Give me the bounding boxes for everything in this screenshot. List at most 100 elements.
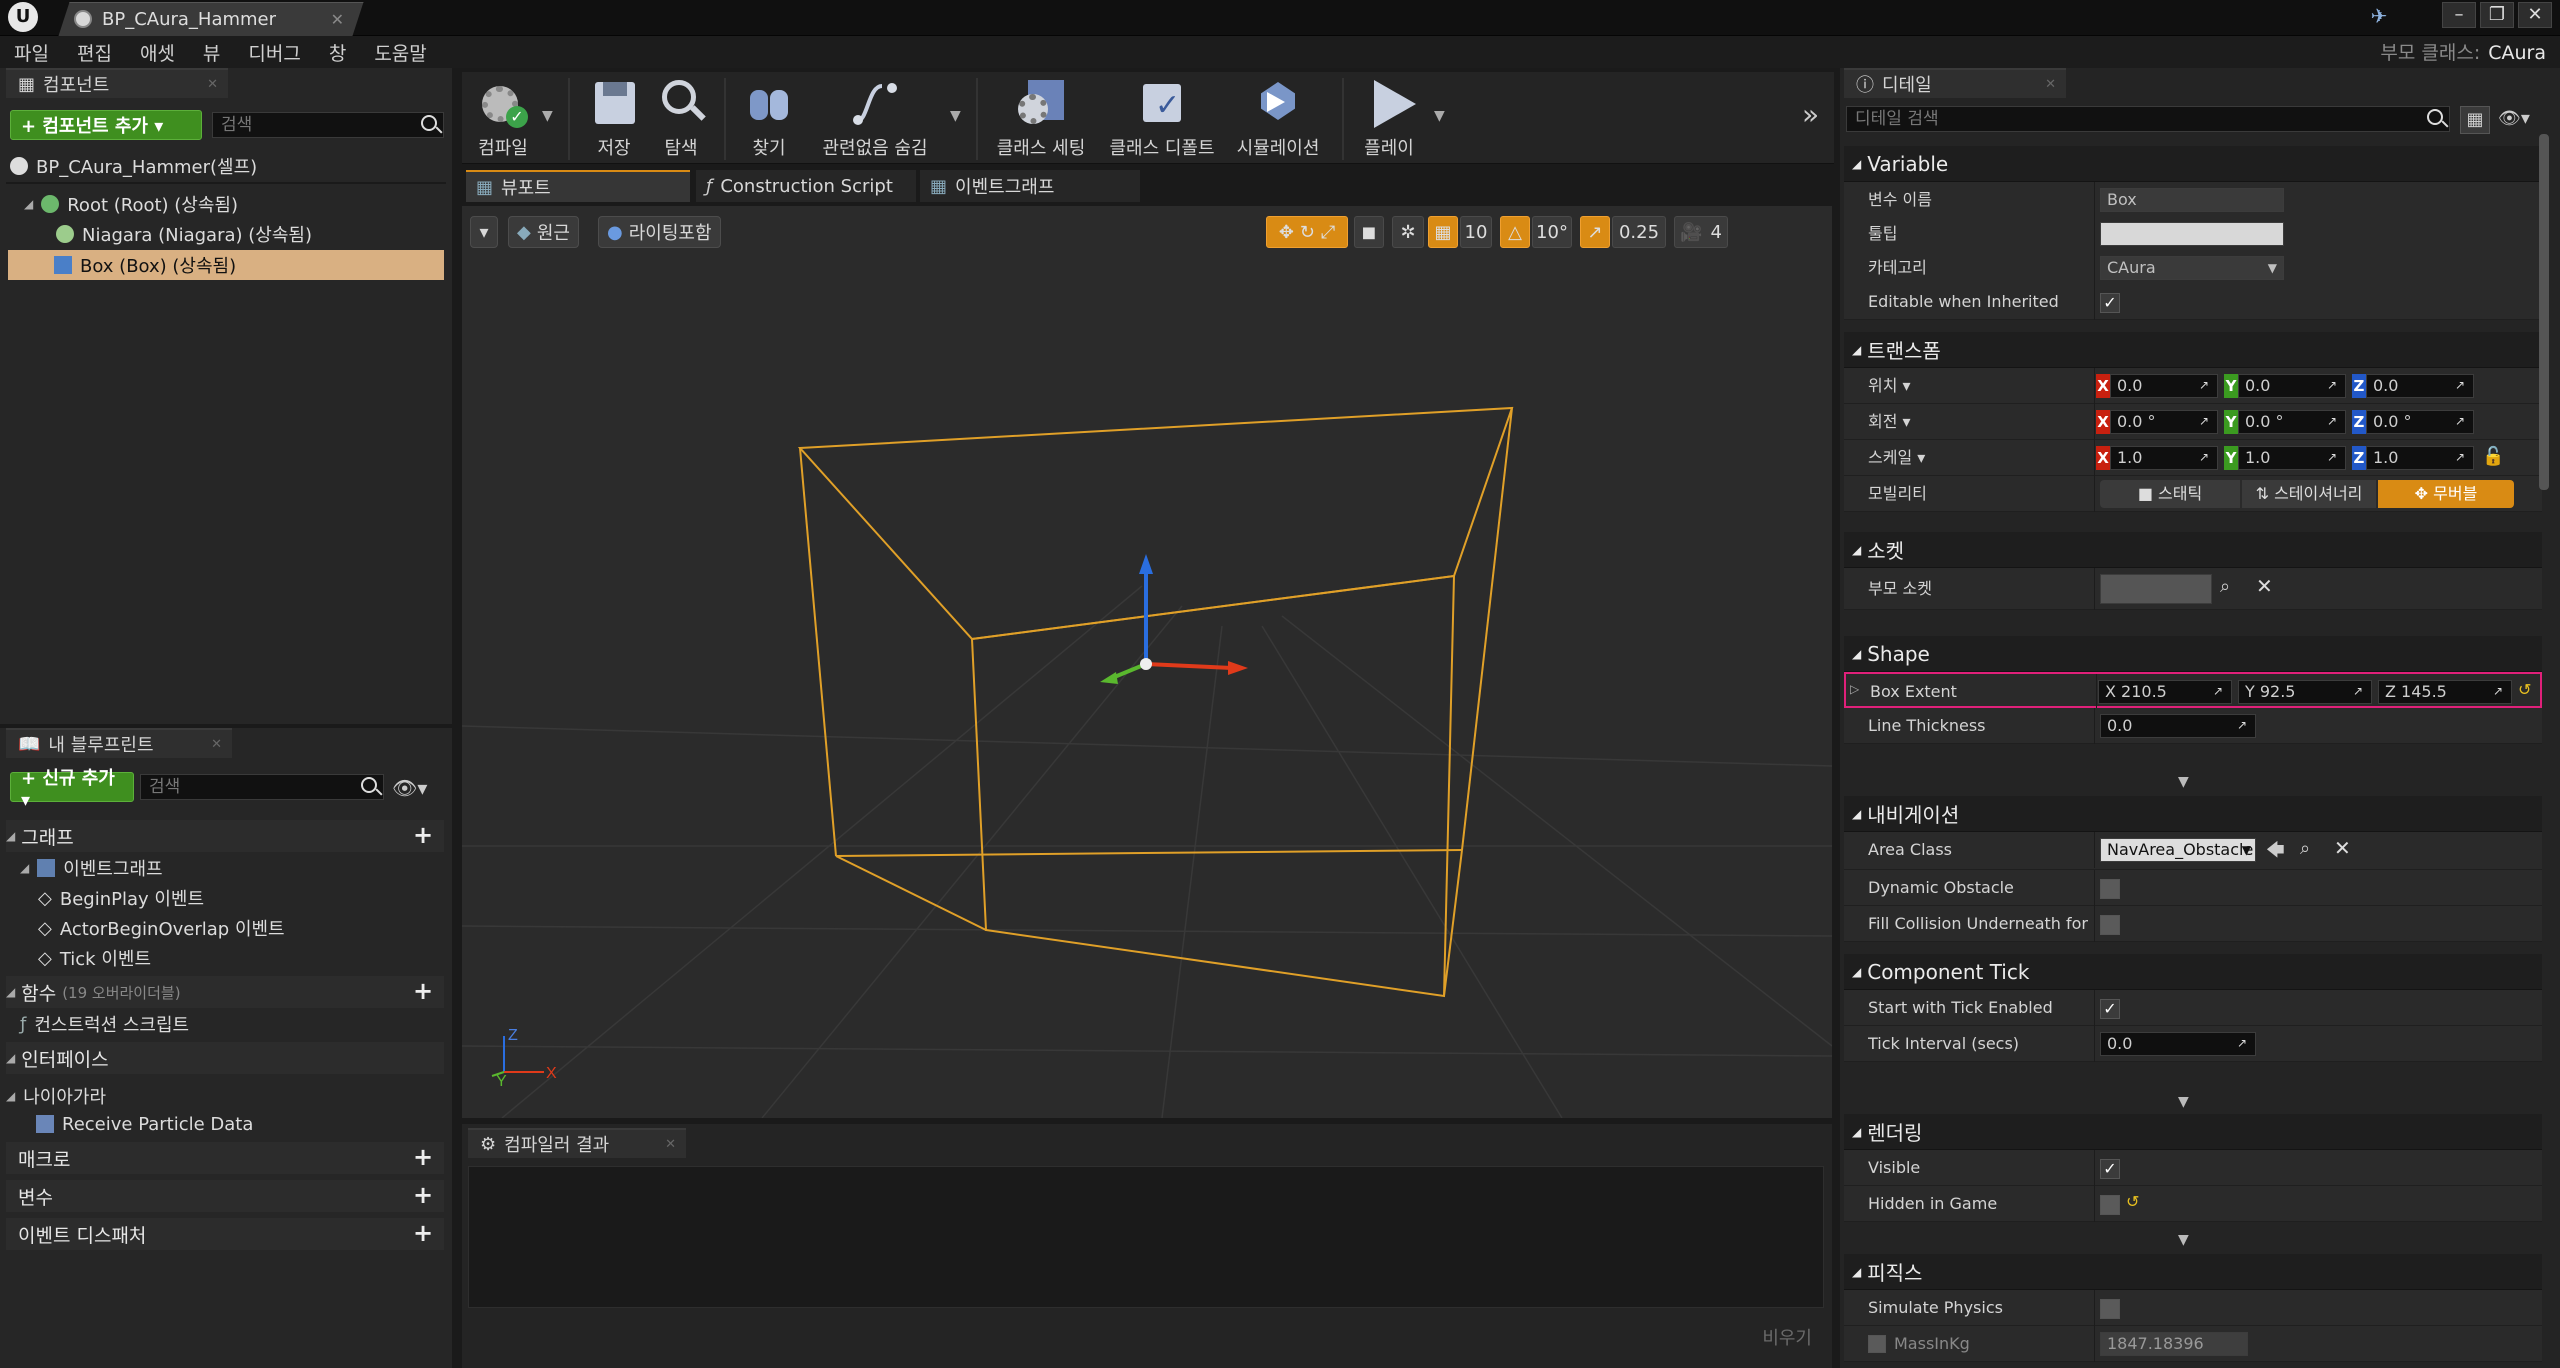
unreal-logo-icon[interactable]: U xyxy=(8,2,38,32)
mobility-static-button[interactable]: ■ 스태틱 xyxy=(2100,480,2240,508)
grid-snap-toggle[interactable]: ▦ xyxy=(1428,216,1458,248)
menu-window[interactable]: 창 xyxy=(315,39,360,66)
class-settings-button[interactable]: 클래스 세팅 xyxy=(988,76,1094,162)
tab-components[interactable]: ▦ 컴포넌트 ✕ xyxy=(6,68,228,98)
category-shape[interactable]: ◢ Shape xyxy=(1844,636,2542,672)
category-transform[interactable]: ◢ 트랜스폼 xyxy=(1844,332,2542,368)
dropdown-arrow-icon[interactable]: ▼ xyxy=(1434,108,1445,124)
event-item[interactable]: ◇ Tick 이벤트 xyxy=(38,944,151,972)
tab-my-blueprint[interactable]: 📖 내 블루프린트 ✕ xyxy=(6,728,232,758)
surface-snap-button[interactable]: ✲ xyxy=(1392,216,1424,248)
area-class-dropdown[interactable]: NavArea_Obstacle ▼ xyxy=(2100,838,2256,862)
viewport-options-button[interactable]: ▾ xyxy=(470,216,498,248)
lock-icon[interactable]: 🔓 xyxy=(2482,446,2504,467)
view-options-icon[interactable]: 👁▾ xyxy=(2498,108,2530,129)
mobility-movable-button[interactable]: ✥ 무버블 xyxy=(2378,480,2514,508)
location-x-input[interactable]: 0.0 ↗ xyxy=(2110,374,2218,398)
mass-override-checkbox[interactable] xyxy=(1868,1335,1886,1353)
tab-details[interactable]: ⓘ 디테일 ✕ xyxy=(1844,68,2066,98)
close-icon[interactable]: ✕ xyxy=(211,737,222,752)
add-component-button[interactable]: + 컴포넌트 추가 ▾ xyxy=(10,110,202,140)
view-options-icon[interactable]: 👁▾ xyxy=(392,776,427,800)
document-tab[interactable]: BP_CAura_Hammer ✕ xyxy=(74,4,354,34)
parent-socket-input[interactable] xyxy=(2100,574,2212,604)
scale-y-input[interactable]: 1.0 ↗ xyxy=(2238,446,2346,470)
scale-z-input[interactable]: 1.0 ↗ xyxy=(2366,446,2474,470)
category-rendering[interactable]: ◢ 렌더링 xyxy=(1844,1114,2542,1150)
box-extent-z-input[interactable]: Z 145.5 ↗ xyxy=(2378,680,2512,704)
line-thickness-input[interactable]: 0.0 ↗ xyxy=(2100,714,2256,738)
viewport[interactable]: Z X Y ▾ ◆ 원근 ● 라이팅포함 ✥ ↻ ⤢ ◼ ✲ ▦ 10 △ 10° ↗ … xyxy=(462,206,1832,1118)
rotation-y-input[interactable]: 0.0 ° ↗ xyxy=(2238,410,2346,434)
tab-compiler-results[interactable]: ⚙ 컴파일러 결과 ✕ xyxy=(468,1128,686,1158)
tick-interval-input[interactable]: 0.0 ↗ xyxy=(2100,1032,2256,1056)
section-niagara[interactable]: ◢ 나이아가라 xyxy=(6,1082,106,1110)
rotate-icon[interactable]: ↻ xyxy=(1300,222,1315,243)
scale-snap-value[interactable]: 0.25 xyxy=(1612,216,1666,248)
close-icon[interactable]: ✕ xyxy=(207,77,218,92)
play-button[interactable]: 플레이 xyxy=(1354,76,1424,162)
perspective-button[interactable]: ◆ 원근 xyxy=(508,216,579,248)
search-icon[interactable]: ⌕ xyxy=(2220,576,2230,597)
variable-name-input[interactable]: Box xyxy=(2100,188,2284,212)
component-search-input[interactable]: 검색 xyxy=(212,112,444,138)
receive-particle-item[interactable]: Receive Particle Data xyxy=(36,1110,253,1138)
simulate-physics-checkbox[interactable] xyxy=(2100,1299,2120,1319)
clear-icon[interactable]: ✕ xyxy=(2334,836,2351,860)
add-macro-icon[interactable]: + xyxy=(412,1145,434,1169)
visible-checkbox[interactable]: ✓ xyxy=(2100,1159,2120,1179)
add-new-button[interactable]: + 신규 추가 ▾ xyxy=(10,768,134,811)
dynamic-obstacle-checkbox[interactable] xyxy=(2100,879,2120,899)
details-search-input[interactable]: 디테일 검색 xyxy=(1846,106,2450,132)
move-icon[interactable]: ✥ xyxy=(1279,222,1294,243)
property-matrix-icon[interactable]: ▦ xyxy=(2460,106,2490,134)
box-extent-x-input[interactable]: X 210.5 ↗ xyxy=(2098,680,2232,704)
tab-viewport[interactable]: ▦ 뷰포트 xyxy=(466,170,690,202)
tree-item-root[interactable]: ◢ Root (Root) (상속됨) xyxy=(24,190,238,218)
tab-construction-script[interactable]: ƒ Construction Script xyxy=(696,170,916,202)
class-defaults-button[interactable]: ✓ 클래스 디폴트 xyxy=(1102,76,1222,162)
event-item[interactable]: ◇ ActorBeginOverlap 이벤트 xyxy=(38,914,285,942)
tooltip-input[interactable] xyxy=(2100,222,2284,246)
camera-speed-button[interactable]: 🎥 4 xyxy=(1674,216,1728,248)
advanced-expand-icon[interactable]: ▼ xyxy=(2178,1232,2189,1248)
browse-button[interactable]: 탐색 xyxy=(648,76,714,162)
reset-to-default-icon[interactable]: ↺ xyxy=(2518,680,2531,699)
minimize-button[interactable]: – xyxy=(2442,2,2476,28)
category-dropdown[interactable]: CAura ▼ xyxy=(2100,256,2284,280)
category-navigation[interactable]: ◢ 내비게이션 xyxy=(1844,796,2542,832)
rotation-snap-toggle[interactable]: △ xyxy=(1500,216,1530,248)
expand-icon[interactable]: ▷ xyxy=(1850,682,1859,696)
close-icon[interactable]: ✕ xyxy=(665,1137,676,1152)
section-functions[interactable]: ◢ 함수 (19 오버라이더블) + xyxy=(6,976,444,1008)
menu-help[interactable]: 도움말 xyxy=(360,39,440,66)
clear-icon[interactable]: ✕ xyxy=(2256,574,2273,598)
add-variable-icon[interactable]: + xyxy=(412,1183,434,1207)
scale-x-input[interactable]: 1.0 ↗ xyxy=(2110,446,2218,470)
location-z-input[interactable]: 0.0 ↗ xyxy=(2366,374,2474,398)
clear-button[interactable]: 비우기 xyxy=(1762,1324,1812,1350)
section-interfaces[interactable]: ◢ 인터페이스 xyxy=(6,1042,444,1074)
section-variables[interactable]: 변수 + xyxy=(6,1180,444,1212)
location-y-input[interactable]: 0.0 ↗ xyxy=(2238,374,2346,398)
tree-item-box-selected[interactable]: Box (Box) (상속됨) xyxy=(8,250,444,280)
event-graph-item[interactable]: ◢ 이벤트그래프 xyxy=(20,854,163,882)
dropdown-arrow-icon[interactable]: ▼ xyxy=(542,108,553,124)
event-item[interactable]: ◇ BeginPlay 이벤트 xyxy=(38,884,204,912)
lighting-button[interactable]: ● 라이팅포함 xyxy=(598,216,721,248)
maximize-button[interactable]: ❐ xyxy=(2480,2,2514,28)
start-tick-checkbox[interactable]: ✓ xyxy=(2100,999,2120,1019)
construction-script-item[interactable]: ƒ 컨스트럭션 스크립트 xyxy=(20,1010,189,1038)
menu-file[interactable]: 파일 xyxy=(0,39,63,66)
mass-input[interactable]: 1847.18396 xyxy=(2100,1332,2248,1356)
add-graph-icon[interactable]: + xyxy=(412,823,434,847)
hide-unrelated-button[interactable]: 관련없음 숨김 xyxy=(810,76,940,162)
browse-icon[interactable]: ⌕ xyxy=(2300,838,2310,859)
box-extent-y-input[interactable]: Y 92.5 ↗ xyxy=(2238,680,2372,704)
grid-snap-value[interactable]: 10 xyxy=(1460,216,1492,248)
details-scrollbar[interactable] xyxy=(2539,134,2549,490)
advanced-expand-icon[interactable]: ▼ xyxy=(2178,774,2189,790)
scale-snap-toggle[interactable]: ↗ xyxy=(1580,216,1610,248)
category-sockets[interactable]: ◢ 소켓 xyxy=(1844,532,2542,568)
transform-mode-group[interactable]: ✥ ↻ ⤢ xyxy=(1266,216,1348,248)
